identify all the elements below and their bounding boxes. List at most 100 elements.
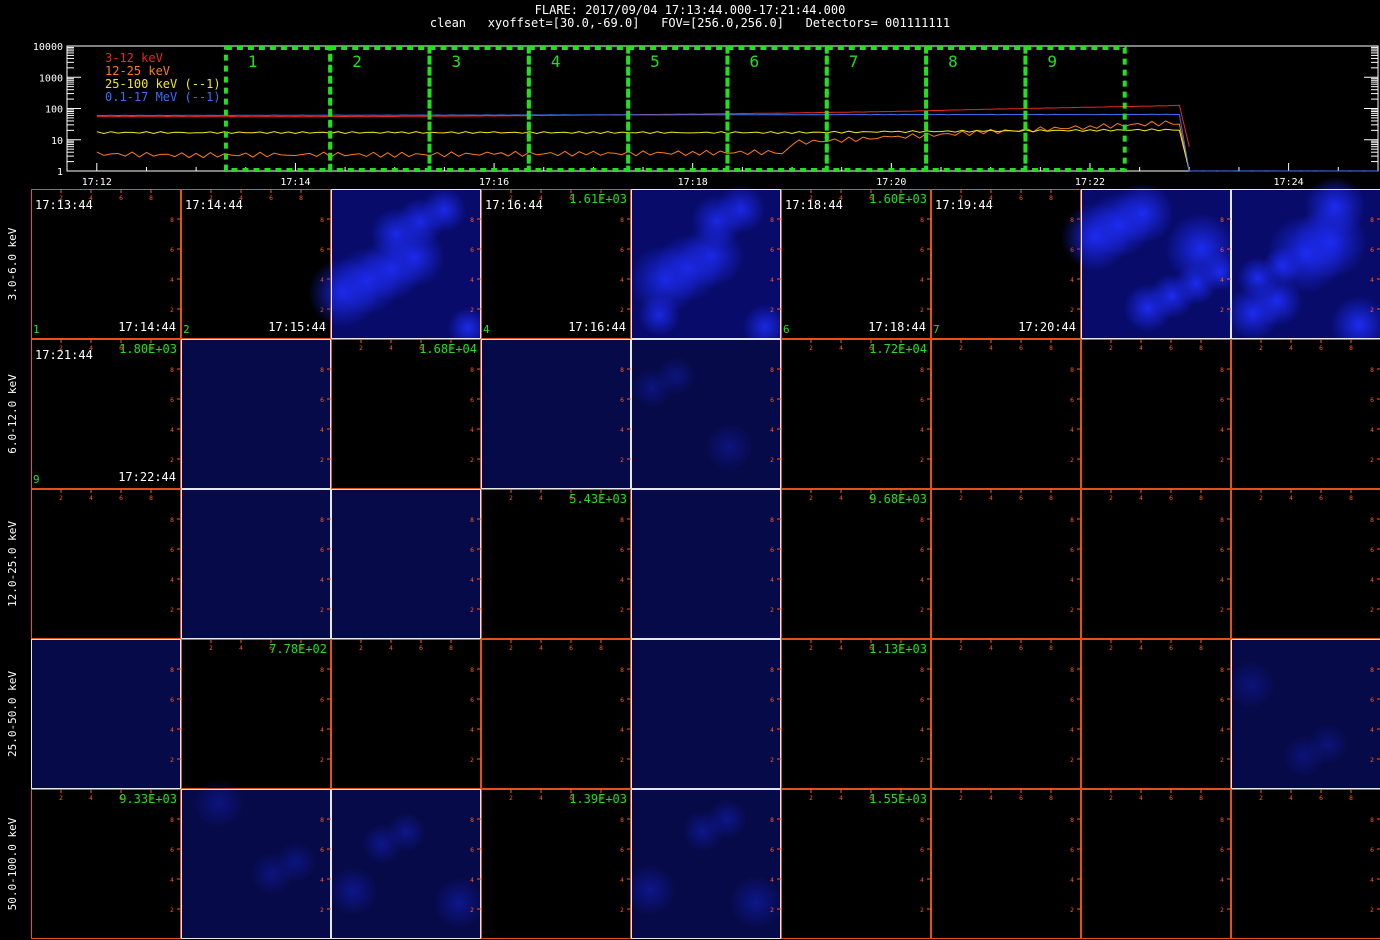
panel-tick-label: 2: [1220, 607, 1224, 614]
panel-tick-label: 6: [1370, 247, 1374, 254]
panel-tick-label: 8: [470, 367, 474, 374]
panel-tick-label: 6: [1370, 547, 1374, 554]
emission-blob: [308, 258, 378, 328]
panel-tick-label: 4: [170, 577, 174, 584]
emission-blob: [250, 852, 294, 896]
emission-blob: [1226, 660, 1276, 710]
panel-tick-label: 4: [1070, 277, 1074, 284]
image-panel: 2 2 4 4 6 6 8 8: [31, 489, 181, 639]
panel-tick-label: 8: [1349, 495, 1353, 502]
panel-tick-label: 8: [620, 817, 624, 824]
panel-end-time: 17:16:44: [568, 320, 626, 334]
panel-tick-label: 4: [989, 345, 993, 352]
image-panel: 2244668817:21:4417:22:4491.80E+03: [31, 339, 181, 489]
panel-tick-label: 4: [239, 645, 243, 652]
panel-tick-label: 2: [959, 645, 963, 652]
panel-tick-label: 8: [920, 667, 924, 674]
panel-tick-label: 8: [1049, 495, 1053, 502]
emission-blob: [631, 367, 673, 409]
panel-tick-label: 8: [1370, 217, 1374, 224]
panel-background: [1231, 339, 1380, 489]
panel-tick-label: 2: [1070, 907, 1074, 914]
image-panel: 224466887.78E+02: [181, 639, 331, 789]
panel-tick-label: 8: [1370, 667, 1374, 674]
panel-tick-label: 4: [620, 277, 624, 284]
emission-blob: [1123, 283, 1173, 333]
panel-tick-label: 8: [170, 367, 174, 374]
panel-tick-label: 4: [470, 427, 474, 434]
panel-tick-label: 2: [1109, 495, 1113, 502]
panel-tick-label: 4: [1070, 877, 1074, 884]
panel-max-value: 1.68E+04: [419, 342, 477, 356]
panel-tick-label: 6: [419, 645, 423, 652]
panel-tick-label: 2: [320, 907, 324, 914]
image-panel: 2244668817:19:4417:20:447: [931, 189, 1081, 339]
panel-tick-label: 8: [770, 517, 774, 524]
panel-max-value: 5.43E+03: [569, 492, 627, 506]
panel-tick-label: 6: [620, 847, 624, 854]
image-panel: 2 2 4 4 6 6 8 8: [1081, 789, 1231, 939]
emission-blob: [705, 423, 753, 471]
panel-tick-label: 4: [920, 577, 924, 584]
panel-tick-label: 6: [920, 247, 924, 254]
panel-tick-label: 4: [620, 577, 624, 584]
panel-tick-label: 2: [1070, 457, 1074, 464]
panel-tick-label: 6: [1220, 397, 1224, 404]
panel-background: [31, 789, 181, 939]
panel-tick-label: 2: [620, 457, 624, 464]
panel-tick-label: 8: [1070, 817, 1074, 824]
panel-background: [931, 639, 1081, 789]
panel-tick-label: 4: [470, 577, 474, 584]
panel-tick-label: 2: [809, 795, 813, 802]
image-panel: 224466889.68E+03: [781, 489, 931, 639]
panel-tick-label: 8: [170, 217, 174, 224]
row-energy-label: 6.0-12.0 keV: [6, 374, 19, 454]
panel-tick-label: 8: [320, 367, 324, 374]
panel-tick-label: 2: [920, 907, 924, 914]
panel-tick-label: 6: [620, 547, 624, 554]
panel-tick-label: 8: [1220, 517, 1224, 524]
panel-tick-label: 6: [1169, 645, 1173, 652]
panel-tick-label: 6: [770, 847, 774, 854]
panel-background: [781, 489, 931, 639]
panel-index: 9: [33, 473, 40, 486]
panel-max-value: 1.60E+03: [869, 192, 927, 206]
panel-tick-label: 4: [1220, 577, 1224, 584]
panel-tick-label: 2: [959, 345, 963, 352]
emission-blob: [1165, 213, 1237, 285]
panel-tick-label: 4: [320, 577, 324, 584]
panel-tick-label: 8: [1049, 345, 1053, 352]
panel-tick-label: 2: [470, 457, 474, 464]
panel-tick-label: 6: [770, 547, 774, 554]
panel-tick-label: 8: [320, 217, 324, 224]
panel-tick-label: 4: [989, 645, 993, 652]
emission-blob: [1304, 176, 1366, 238]
panel-tick-label: 2: [770, 457, 774, 464]
panel-tick-label: 4: [770, 577, 774, 584]
panel-tick-label: 8: [1070, 517, 1074, 524]
panel-tick-label: 6: [1319, 345, 1323, 352]
panel-tick-label: 2: [320, 757, 324, 764]
image-panel: 2 2 4 4 6 6 8 8: [1081, 339, 1231, 489]
panel-tick-label: 2: [509, 795, 513, 802]
panel-tick-label: 6: [1319, 495, 1323, 502]
image-panel: 224466889.33E+03: [31, 789, 181, 939]
panel-tick-label: 8: [320, 817, 324, 824]
panel-start-time: 17:21:44: [35, 348, 93, 362]
panel-tick-label: 6: [620, 247, 624, 254]
panel-tick-label: 8: [1220, 817, 1224, 824]
panel-max-value: 1.72E+04: [869, 342, 927, 356]
panel-tick-label: 2: [1370, 607, 1374, 614]
panel-tick-label: 8: [599, 645, 603, 652]
panel-tick-label: 4: [1370, 877, 1374, 884]
panel-tick-label: 2: [620, 907, 624, 914]
panel-end-time: 17:15:44: [268, 320, 326, 334]
panel-tick-label: 4: [389, 345, 393, 352]
image-panel: 2 4 6 8: [1226, 639, 1380, 789]
panel-tick-label: 6: [1220, 247, 1224, 254]
panel-tick-label: 6: [920, 847, 924, 854]
panel-tick-label: 2: [809, 345, 813, 352]
panel-tick-label: 2: [320, 607, 324, 614]
panel-tick-label: 4: [170, 277, 174, 284]
panel-tick-label: 6: [170, 547, 174, 554]
